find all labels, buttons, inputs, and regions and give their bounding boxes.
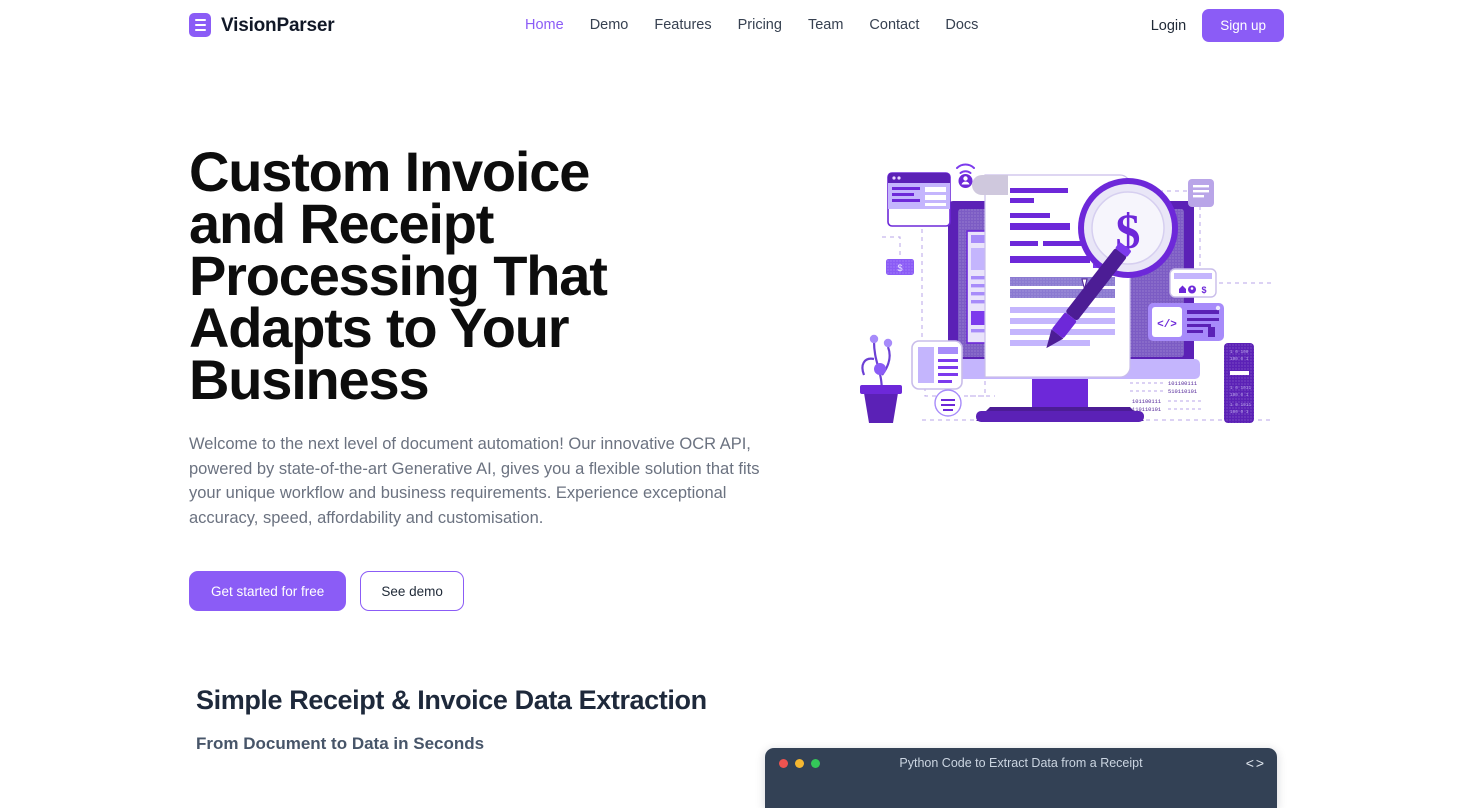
nav-item-team[interactable]: Team <box>795 17 856 33</box>
svg-text:110110101: 110110101 <box>1132 407 1161 413</box>
nav-item-demo[interactable]: Demo <box>577 17 642 33</box>
code-glyph: </> <box>1157 319 1177 331</box>
nav-item-features[interactable]: Features <box>641 17 724 33</box>
primary-nav: Home Demo Features Pricing Team Contact … <box>512 17 991 33</box>
top-navbar: VisionParser Home Demo Features Pricing … <box>0 0 1473 52</box>
python-code-window: Python Code to Extract Data from a Recei… <box>765 748 1277 808</box>
svg-text:101100111: 101100111 <box>1168 381 1197 387</box>
minimize-window-dot[interactable] <box>795 758 804 768</box>
section-title-extraction: Simple Receipt & Invoice Data Extraction <box>196 685 707 715</box>
svg-text:1 0 100: 1 0 100 <box>1230 350 1249 355</box>
nav-account-actions: Login Sign up <box>1151 9 1284 42</box>
brand-name: VisionParser <box>221 14 335 36</box>
code-brackets-icon[interactable]: < > <box>1246 755 1264 771</box>
see-demo-button[interactable]: See demo <box>360 571 464 612</box>
svg-text:$: $ <box>897 263 902 273</box>
svg-text:510110101: 510110101 <box>1168 389 1197 395</box>
svg-text:1 0 1011: 1 0 1011 <box>1230 403 1251 408</box>
nav-item-docs[interactable]: Docs <box>932 17 991 33</box>
code-window-title: Python Code to Extract Data from a Recei… <box>899 756 1143 770</box>
svg-text:101100111: 101100111 <box>1132 399 1161 405</box>
code-window-titlebar: Python Code to Extract Data from a Recei… <box>765 748 1277 778</box>
hero-copy: Custom Invoice and Receipt Processing Th… <box>189 140 789 612</box>
invoice-ocr-illustration: $ $ 2.10 $ 3.00 <box>830 131 1280 423</box>
svg-text:1 0 1011: 1 0 1011 <box>1230 386 1251 391</box>
get-started-button[interactable]: Get started for free <box>189 571 347 612</box>
hero-title: Custom Invoice and Receipt Processing Th… <box>189 140 608 411</box>
svg-text:100 0 1: 100 0 1 <box>1230 357 1249 362</box>
section-subtitle-extraction: From Document to Data in Seconds <box>196 734 485 753</box>
close-window-dot[interactable] <box>779 758 788 768</box>
window-traffic-lights <box>779 758 820 768</box>
hero-cta-group: Get started for free See demo <box>189 571 789 612</box>
maximize-window-dot[interactable] <box>811 758 820 768</box>
document-lines-icon <box>189 13 211 37</box>
brand-logo[interactable]: VisionParser <box>189 13 335 37</box>
signup-button[interactable]: Sign up <box>1202 9 1284 42</box>
svg-text:100 0 1: 100 0 1 <box>1230 393 1249 398</box>
svg-text:100 0 1: 100 0 1 <box>1230 410 1249 415</box>
svg-text:$: $ <box>1201 285 1206 295</box>
nav-item-contact[interactable]: Contact <box>856 17 932 33</box>
nav-item-home[interactable]: Home <box>512 17 577 33</box>
login-link[interactable]: Login <box>1151 18 1186 34</box>
hero-subtitle: Welcome to the next level of document au… <box>189 435 760 527</box>
nav-item-pricing[interactable]: Pricing <box>725 17 795 33</box>
